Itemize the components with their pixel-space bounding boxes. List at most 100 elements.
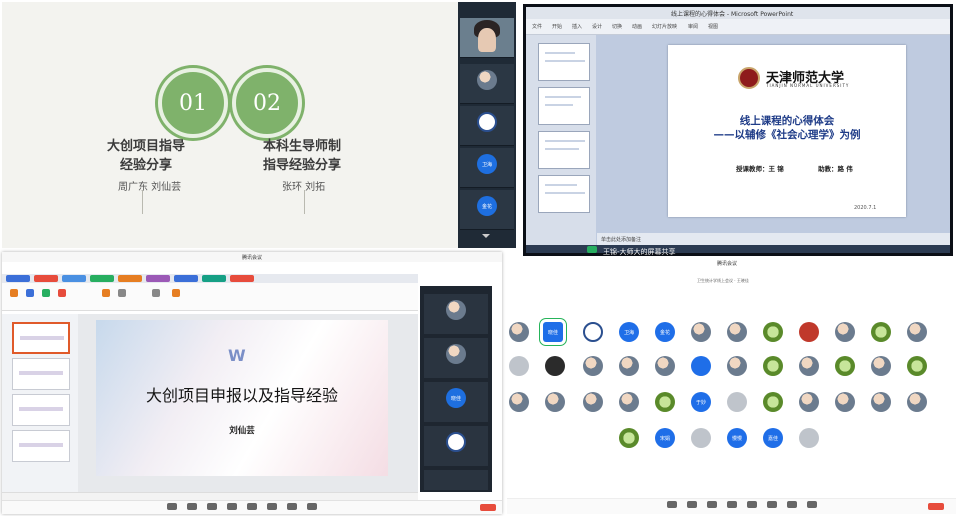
doc-tab[interactable] (202, 275, 226, 282)
doc-tab[interactable] (118, 275, 142, 282)
ribbon-tab[interactable]: 设计 (592, 23, 602, 30)
participant-avatar[interactable] (727, 356, 747, 376)
participant-avatar[interactable] (545, 356, 565, 376)
participant-avatar[interactable] (763, 322, 783, 342)
doc-tab[interactable] (90, 275, 114, 282)
leave-meeting-button[interactable] (928, 503, 944, 510)
video-tile[interactable] (424, 294, 488, 334)
slide-thumbnail[interactable] (538, 87, 590, 125)
slide-thumbnail[interactable] (12, 394, 70, 426)
participant-avatar[interactable] (691, 428, 711, 448)
notes-pane[interactable]: 单击此处添加备注 (597, 233, 950, 245)
mic-icon[interactable] (167, 503, 177, 510)
participant-avatar[interactable] (691, 322, 711, 342)
participant-avatar[interactable]: 卫海 (619, 322, 639, 342)
ribbon-tab[interactable]: 幻灯片放映 (652, 23, 677, 30)
participant-avatar[interactable] (871, 392, 891, 412)
ribbon-tab[interactable]: 审阅 (688, 23, 698, 30)
ribbon-tab[interactable]: 开始 (552, 23, 562, 30)
share-screen-icon[interactable] (207, 503, 217, 510)
video-tile[interactable] (424, 338, 488, 378)
participant-avatar[interactable] (509, 322, 529, 342)
participant-avatar[interactable] (509, 356, 529, 376)
chat-icon[interactable] (247, 503, 257, 510)
doc-tab[interactable] (34, 275, 58, 282)
doc-tab[interactable] (6, 275, 30, 282)
video-tile[interactable] (460, 64, 514, 104)
share-screen-icon[interactable] (707, 501, 717, 508)
doc-tab[interactable] (146, 275, 170, 282)
participant-avatar[interactable]: 宋娟 (655, 428, 675, 448)
participant-avatar[interactable] (655, 356, 675, 376)
leave-meeting-button[interactable] (480, 504, 496, 511)
participant-avatar[interactable] (835, 392, 855, 412)
video-tile[interactable]: 卫海 (460, 148, 514, 188)
toolbar-icon[interactable] (102, 289, 110, 297)
slide-thumbnail[interactable] (538, 175, 590, 213)
participant-avatar[interactable] (763, 392, 783, 412)
video-tile[interactable] (424, 426, 488, 466)
camera-icon[interactable] (187, 503, 197, 510)
video-tile[interactable] (424, 470, 488, 490)
toolbar-icon[interactable] (152, 289, 160, 297)
slide-thumbnail-active[interactable] (12, 322, 70, 354)
participant-avatar[interactable] (619, 428, 639, 448)
slide-thumbnails[interactable] (2, 314, 78, 492)
record-icon[interactable] (767, 501, 777, 508)
participant-avatar[interactable] (583, 322, 603, 342)
toolbar-icon[interactable] (118, 289, 126, 297)
video-tile[interactable]: 晓佳 (424, 382, 488, 422)
slide-thumbnail[interactable] (538, 131, 590, 169)
chat-icon[interactable] (747, 501, 757, 508)
doc-tab[interactable] (62, 275, 86, 282)
participant-avatar[interactable] (583, 392, 603, 412)
slide-thumbnail[interactable] (12, 430, 70, 462)
video-tile[interactable]: 金花 (460, 190, 514, 230)
slide-thumbnail[interactable] (538, 43, 590, 81)
participant-avatar[interactable] (799, 322, 819, 342)
participant-avatar[interactable] (799, 428, 819, 448)
settings-icon[interactable] (307, 503, 317, 510)
slide-thumbnails[interactable] (526, 35, 596, 245)
participant-avatar[interactable] (871, 322, 891, 342)
chevron-down-icon[interactable] (482, 234, 490, 238)
toolbar-icon[interactable] (26, 289, 34, 297)
participant-avatar[interactable] (763, 356, 783, 376)
camera-icon[interactable] (687, 501, 697, 508)
participant-avatar-selected[interactable]: 晓佳 (543, 322, 563, 342)
toolbar-icon[interactable] (10, 289, 18, 297)
apps-icon[interactable] (787, 501, 797, 508)
toolbar-icon[interactable] (42, 289, 50, 297)
participant-avatar[interactable] (727, 392, 747, 412)
participant-avatar[interactable] (871, 356, 891, 376)
participant-avatar[interactable]: 嘉佳 (763, 428, 783, 448)
members-icon[interactable] (727, 501, 737, 508)
apps-icon[interactable] (287, 503, 297, 510)
ribbon-tab[interactable]: 动画 (632, 23, 642, 30)
participant-avatar[interactable] (907, 356, 927, 376)
video-tile-speaker[interactable] (460, 18, 514, 58)
participant-avatar[interactable]: 于妙 (691, 392, 711, 412)
ribbon-tab[interactable]: 视图 (708, 23, 718, 30)
settings-icon[interactable] (807, 501, 817, 508)
doc-tab[interactable] (230, 275, 254, 282)
participant-avatar[interactable] (691, 356, 711, 376)
participant-video-strip[interactable]: 卫海 金花 (458, 2, 516, 248)
participant-avatar[interactable] (907, 392, 927, 412)
participant-avatar[interactable] (907, 322, 927, 342)
toolbar-icon[interactable] (172, 289, 180, 297)
participant-avatar[interactable]: 金花 (655, 322, 675, 342)
participant-avatar[interactable] (799, 356, 819, 376)
participant-avatar[interactable] (835, 322, 855, 342)
ribbon-tab[interactable]: 文件 (532, 23, 542, 30)
doc-tab[interactable] (174, 275, 198, 282)
participant-avatar[interactable] (619, 356, 639, 376)
toolbar-icon[interactable] (58, 289, 66, 297)
slide-thumbnail[interactable] (12, 358, 70, 390)
ribbon-tab[interactable]: 插入 (572, 23, 582, 30)
participant-avatar[interactable] (727, 322, 747, 342)
participant-avatar[interactable] (835, 356, 855, 376)
participant-video-strip[interactable]: 晓佳 (420, 286, 492, 492)
participant-avatar[interactable] (545, 392, 565, 412)
participant-avatar[interactable] (799, 392, 819, 412)
